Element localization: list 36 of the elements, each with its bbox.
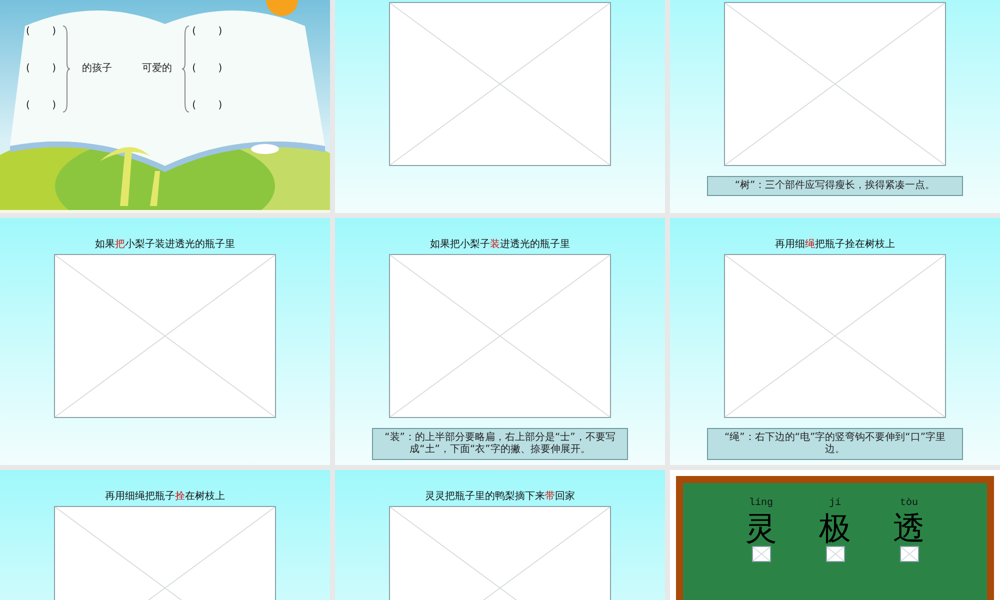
slide[interactable]: líng 灵 jí 极 tòu 透 xyxy=(670,470,1000,600)
slide-title: 如果把小梨子装进透光的瓶子里 xyxy=(430,238,570,252)
character-label: 极 xyxy=(819,510,851,546)
slide[interactable]: ( ) ( ) ( ) 的孩子 可爱的 ( ) ( ) ( ) xyxy=(0,0,330,213)
blank-parentheses: ( ) xyxy=(26,25,56,39)
note-box: “树”：三个部件应写得瘦长，挨得紧凑一点。 xyxy=(707,176,963,196)
slide-title: 再用细绳把瓶子拴在树枝上 xyxy=(105,490,225,504)
slide[interactable]: 再用细绳把瓶子拴在树枝上 xyxy=(0,470,330,600)
slide[interactable] xyxy=(335,0,665,213)
word-label: 的孩子 xyxy=(82,62,112,76)
slide[interactable]: 灵灵把瓶子里的鸭梨摘下来带回家 xyxy=(335,470,665,600)
blank-parentheses: ( ) xyxy=(192,25,222,39)
brace-icon xyxy=(182,24,190,112)
image-placeholder xyxy=(826,546,844,562)
pinyin-label: jí xyxy=(828,498,841,510)
slide[interactable]: 如果把小梨子装进透光的瓶子里 xyxy=(0,218,330,465)
word-label: 可爱的 xyxy=(142,62,172,76)
character-label: 灵 xyxy=(745,510,777,546)
brace-icon xyxy=(62,24,70,112)
image-placeholder xyxy=(752,546,770,562)
slide[interactable]: 再用细绳把瓶子拴在树枝上 “绳”：右下边的“电”字的竖弯钩不要伸到“口”字里边。 xyxy=(670,218,1000,465)
image-placeholder xyxy=(900,546,918,562)
slide[interactable]: 如果把小梨子装进透光的瓶子里 “装”：的上半部分要略扁，右上部分是“士”，不要写成“土”，下面“衣”字的撇、捺要伸展开。 xyxy=(335,218,665,465)
blank-parentheses: ( ) xyxy=(192,62,222,76)
note-box: “装”：的上半部分要略扁，右上部分是“士”，不要写成“土”，下面“衣”字的撇、捺要伸展开。 xyxy=(372,428,628,460)
pinyin-label: líng xyxy=(748,498,773,510)
pinyin-label: tòu xyxy=(900,498,918,510)
note-box: “绳”：右下边的“电”字的竖弯钩不要伸到“口”字里边。 xyxy=(707,428,963,460)
slide[interactable]: “树”：三个部件应写得瘦长，挨得紧凑一点。 xyxy=(670,0,1000,213)
slide-title: 再用细绳把瓶子拴在树枝上 xyxy=(775,238,895,252)
slide-title: 如果把小梨子装进透光的瓶子里 xyxy=(95,238,235,252)
character-label: 透 xyxy=(893,510,925,546)
blank-parentheses: ( ) xyxy=(26,62,56,76)
blank-parentheses: ( ) xyxy=(26,99,56,113)
slide-title: 灵灵把瓶子里的鸭梨摘下来带回家 xyxy=(425,490,575,504)
blank-parentheses: ( ) xyxy=(192,99,222,113)
